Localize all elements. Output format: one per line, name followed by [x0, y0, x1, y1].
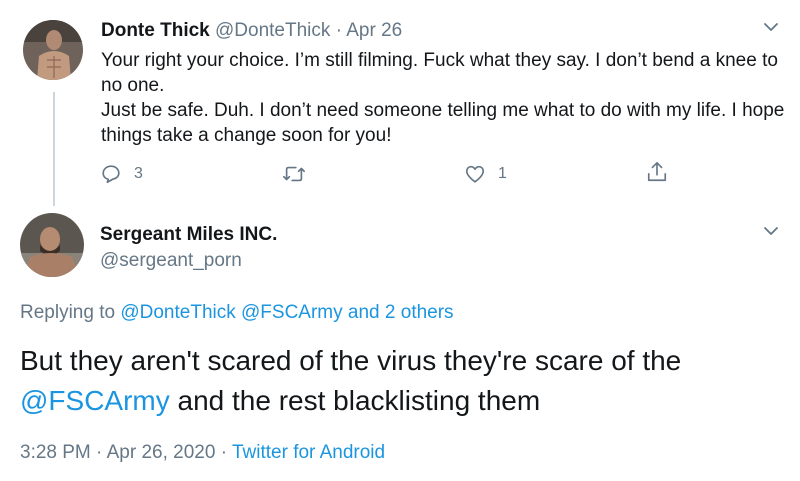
tweet-meta: 3:28 PM · Apr 26, 2020 · Twitter for And…	[20, 442, 385, 464]
mention-link[interactable]: @FSCArmy	[241, 302, 343, 323]
handle[interactable]: @sergeant_porn	[100, 250, 242, 272]
mention-link[interactable]: @FSCArmy	[20, 385, 170, 416]
reply-count: 3	[134, 165, 143, 182]
mention-link[interactable]: @DonteThick	[120, 302, 235, 323]
like-button[interactable]: 1	[464, 163, 507, 185]
like-count: 1	[498, 165, 507, 182]
tweet-text-part: and the rest blacklisting them	[177, 385, 541, 416]
replying-prefix: Replying to	[20, 302, 116, 323]
separator: ·	[96, 442, 103, 463]
chevron-down-icon[interactable]	[763, 22, 779, 32]
avatar[interactable]	[23, 20, 83, 80]
separator: ·	[335, 20, 343, 41]
tweet-source[interactable]: Twitter for Android	[232, 442, 385, 463]
avatar[interactable]	[20, 213, 84, 277]
tweet-actions: 3 1	[0, 160, 800, 189]
replying-to: Replying to @DonteThick @FSCArmy and 2 o…	[20, 302, 454, 324]
tweet-header: Donte Thick @DonteThick · Apr 26	[101, 20, 402, 42]
others-link[interactable]: and 2 others	[348, 302, 454, 323]
share-icon	[647, 162, 667, 182]
tweet-text-part: But they aren't scared of the virus they…	[20, 345, 682, 376]
like-icon	[465, 165, 485, 183]
retweet-button[interactable]	[282, 163, 318, 185]
tweet-full-date[interactable]: Apr 26, 2020	[107, 442, 216, 463]
share-button[interactable]	[646, 160, 668, 184]
reply-icon	[102, 165, 120, 184]
chevron-down-icon[interactable]	[763, 226, 779, 236]
tweet-date[interactable]: Apr 26	[346, 20, 402, 41]
avatar-image	[23, 20, 83, 80]
tweet-time[interactable]: 3:28 PM	[20, 442, 91, 463]
display-name[interactable]: Sergeant Miles INC.	[100, 224, 277, 246]
tweet-text: Your right your choice. I’m still filmin…	[101, 48, 791, 148]
display-name[interactable]: Donte Thick	[101, 20, 210, 41]
retweet-icon	[283, 166, 305, 182]
separator: ·	[220, 442, 228, 463]
avatar-image	[20, 213, 84, 277]
tweet-text-line: Your right your choice. I’m still filmin…	[101, 50, 778, 96]
tweet-text: But they aren't scared of the virus they…	[20, 341, 790, 421]
tweet-text-line: Just be safe. Duh. I don’t need someone …	[101, 100, 785, 146]
reply-button[interactable]: 3	[100, 163, 143, 185]
handle[interactable]: @DonteThick	[215, 20, 330, 41]
